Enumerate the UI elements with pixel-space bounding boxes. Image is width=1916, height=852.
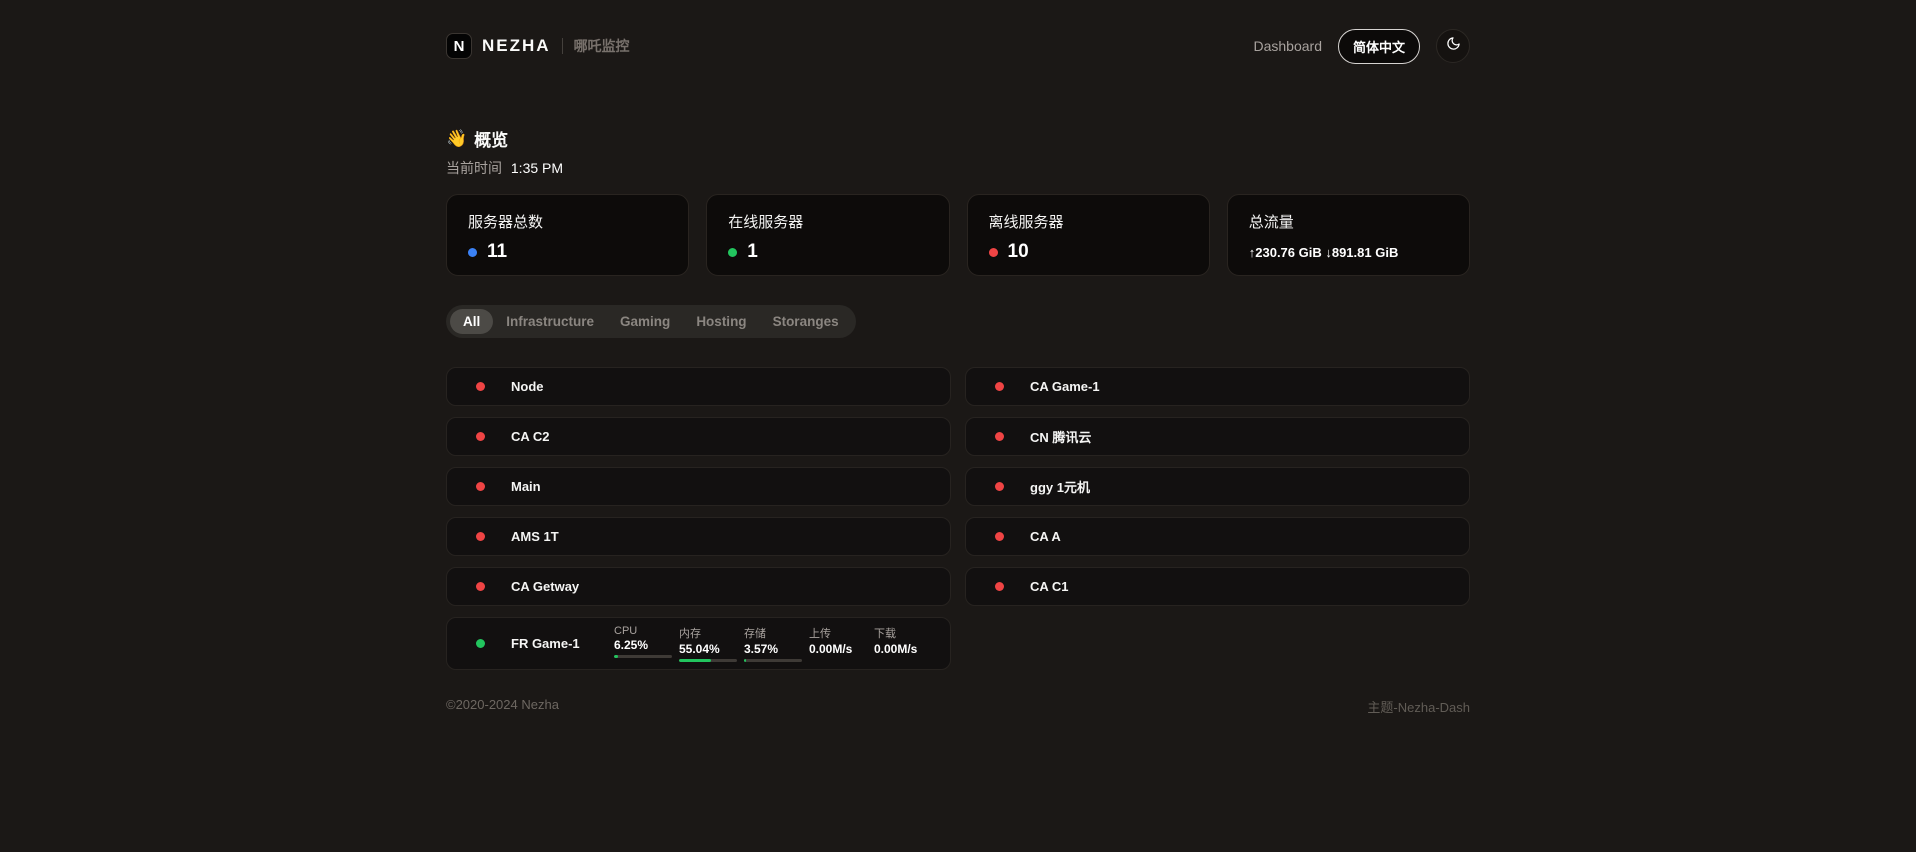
offline-status-dot bbox=[476, 582, 485, 591]
server-row-node[interactable]: Node bbox=[446, 367, 951, 406]
offline-status-dot bbox=[995, 532, 1004, 541]
offline-status-dot bbox=[995, 382, 1004, 391]
stat-card-label: 离线服务器 bbox=[989, 211, 1188, 232]
server-row-ca-getway[interactable]: CA Getway bbox=[446, 567, 951, 606]
offline-status-dot bbox=[476, 482, 485, 491]
server-row-cn-tencent[interactable]: CN 腾讯云 bbox=[965, 417, 1470, 456]
server-row-fr-game-1[interactable]: FR Game-1 CPU 6.25% 内存 55.04% 存储 3.57% bbox=[446, 617, 951, 670]
stat-card-value: 1 bbox=[747, 241, 758, 263]
copyright-text: ©2020-2024 Nezha bbox=[446, 697, 559, 716]
server-name: CA Game-1 bbox=[1030, 379, 1100, 394]
online-status-dot bbox=[476, 639, 485, 648]
server-column-left: Node CA C2 Main AMS 1T CA Getway FR Game… bbox=[446, 367, 951, 670]
wave-emoji: 👋 bbox=[446, 129, 467, 149]
server-name: Main bbox=[511, 479, 541, 494]
server-name: Node bbox=[511, 379, 544, 394]
theme-credit-link[interactable]: 主题-Nezha-Dash bbox=[1367, 697, 1470, 716]
server-row-ggy[interactable]: ggy 1元机 bbox=[965, 467, 1470, 506]
tab-gaming[interactable]: Gaming bbox=[607, 309, 683, 334]
stat-upload: 上传 0.00M/s bbox=[809, 625, 867, 662]
stat-card-offline-servers: 离线服务器 10 bbox=[967, 194, 1210, 276]
offline-status-dot bbox=[476, 532, 485, 541]
page-container: N NEZHA 哪吒监控 Dashboard 简体中文 👋 概览 当前时间 1:… bbox=[446, 0, 1470, 736]
stat-card-total-traffic: 总流量 ↑230.76 GiB ↓891.81 GiB bbox=[1227, 194, 1470, 276]
memory-progress-bar bbox=[679, 659, 737, 662]
footer: ©2020-2024 Nezha 主题-Nezha-Dash bbox=[446, 697, 1470, 736]
overview-title-text: 概览 bbox=[474, 126, 508, 151]
tab-storanges[interactable]: Storanges bbox=[760, 309, 852, 334]
storage-progress-bar bbox=[744, 659, 802, 662]
server-group-tabs: All Infrastructure Gaming Hosting Storan… bbox=[446, 305, 856, 338]
nezha-logo[interactable]: N bbox=[446, 33, 472, 59]
server-name: FR Game-1 bbox=[511, 636, 580, 651]
current-time-row: 当前时间 1:35 PM bbox=[446, 158, 1470, 178]
stat-memory: 内存 55.04% bbox=[679, 625, 737, 662]
stat-card-label: 服务器总数 bbox=[468, 211, 667, 232]
brand-divider bbox=[562, 38, 563, 54]
stat-card-value: 11 bbox=[487, 241, 507, 263]
stat-card-online-servers: 在线服务器 1 bbox=[706, 194, 949, 276]
header-actions: Dashboard 简体中文 bbox=[1253, 29, 1470, 64]
server-name: CA C1 bbox=[1030, 579, 1069, 594]
stat-cards: 服务器总数 11 在线服务器 1 离线服务器 10 总流量 ↑230.76 Gi… bbox=[446, 194, 1470, 276]
brand-area: N NEZHA 哪吒监控 bbox=[446, 33, 630, 59]
offline-status-dot bbox=[476, 432, 485, 441]
cpu-progress-bar bbox=[614, 655, 672, 658]
traffic-value: ↑230.76 GiB ↓891.81 GiB bbox=[1249, 245, 1448, 260]
stat-download: 下载 0.00M/s bbox=[874, 625, 932, 662]
server-row-main[interactable]: Main bbox=[446, 467, 951, 506]
stat-cpu: CPU 6.25% bbox=[614, 625, 672, 662]
server-row-ca-c2[interactable]: CA C2 bbox=[446, 417, 951, 456]
tab-infrastructure[interactable]: Infrastructure bbox=[493, 309, 607, 334]
brand-name: NEZHA bbox=[482, 36, 551, 56]
server-row-ca-c1[interactable]: CA C1 bbox=[965, 567, 1470, 606]
moon-icon bbox=[1446, 36, 1461, 56]
overview-title: 👋 概览 bbox=[446, 126, 1470, 151]
server-column-right: CA Game-1 CN 腾讯云 ggy 1元机 CA A CA C1 bbox=[965, 367, 1470, 606]
dashboard-link[interactable]: Dashboard bbox=[1253, 38, 1322, 54]
brand-subtitle: 哪吒监控 bbox=[574, 36, 630, 56]
offline-status-dot bbox=[995, 482, 1004, 491]
server-name: CA A bbox=[1030, 529, 1061, 544]
theme-toggle-button[interactable] bbox=[1436, 29, 1470, 63]
header: N NEZHA 哪吒监控 Dashboard 简体中文 bbox=[446, 0, 1470, 66]
server-name: CA C2 bbox=[511, 429, 550, 444]
green-status-dot bbox=[728, 248, 737, 257]
tab-all[interactable]: All bbox=[450, 309, 493, 334]
server-row-ams-1t[interactable]: AMS 1T bbox=[446, 517, 951, 556]
language-button[interactable]: 简体中文 bbox=[1338, 29, 1420, 64]
current-time-value: 1:35 PM bbox=[511, 160, 563, 176]
stat-card-label: 在线服务器 bbox=[728, 211, 927, 232]
server-stats: CPU 6.25% 内存 55.04% 存储 3.57% bbox=[614, 625, 932, 662]
server-list: Node CA C2 Main AMS 1T CA Getway FR Game… bbox=[446, 367, 1470, 670]
stat-card-total-servers: 服务器总数 11 bbox=[446, 194, 689, 276]
server-row-ca-a[interactable]: CA A bbox=[965, 517, 1470, 556]
tab-hosting[interactable]: Hosting bbox=[683, 309, 759, 334]
server-name: ggy 1元机 bbox=[1030, 477, 1090, 496]
server-name: CA Getway bbox=[511, 579, 579, 594]
stat-card-value: 10 bbox=[1008, 241, 1029, 263]
current-time-label: 当前时间 bbox=[446, 160, 502, 176]
offline-status-dot bbox=[995, 432, 1004, 441]
stat-storage: 存储 3.57% bbox=[744, 625, 802, 662]
logo-letter: N bbox=[454, 38, 465, 55]
server-name: AMS 1T bbox=[511, 529, 559, 544]
offline-status-dot bbox=[995, 582, 1004, 591]
stat-card-label: 总流量 bbox=[1249, 211, 1448, 232]
offline-status-dot bbox=[476, 382, 485, 391]
server-row-ca-game-1[interactable]: CA Game-1 bbox=[965, 367, 1470, 406]
blue-status-dot bbox=[468, 248, 477, 257]
red-status-dot bbox=[989, 248, 998, 257]
server-name: CN 腾讯云 bbox=[1030, 427, 1091, 446]
